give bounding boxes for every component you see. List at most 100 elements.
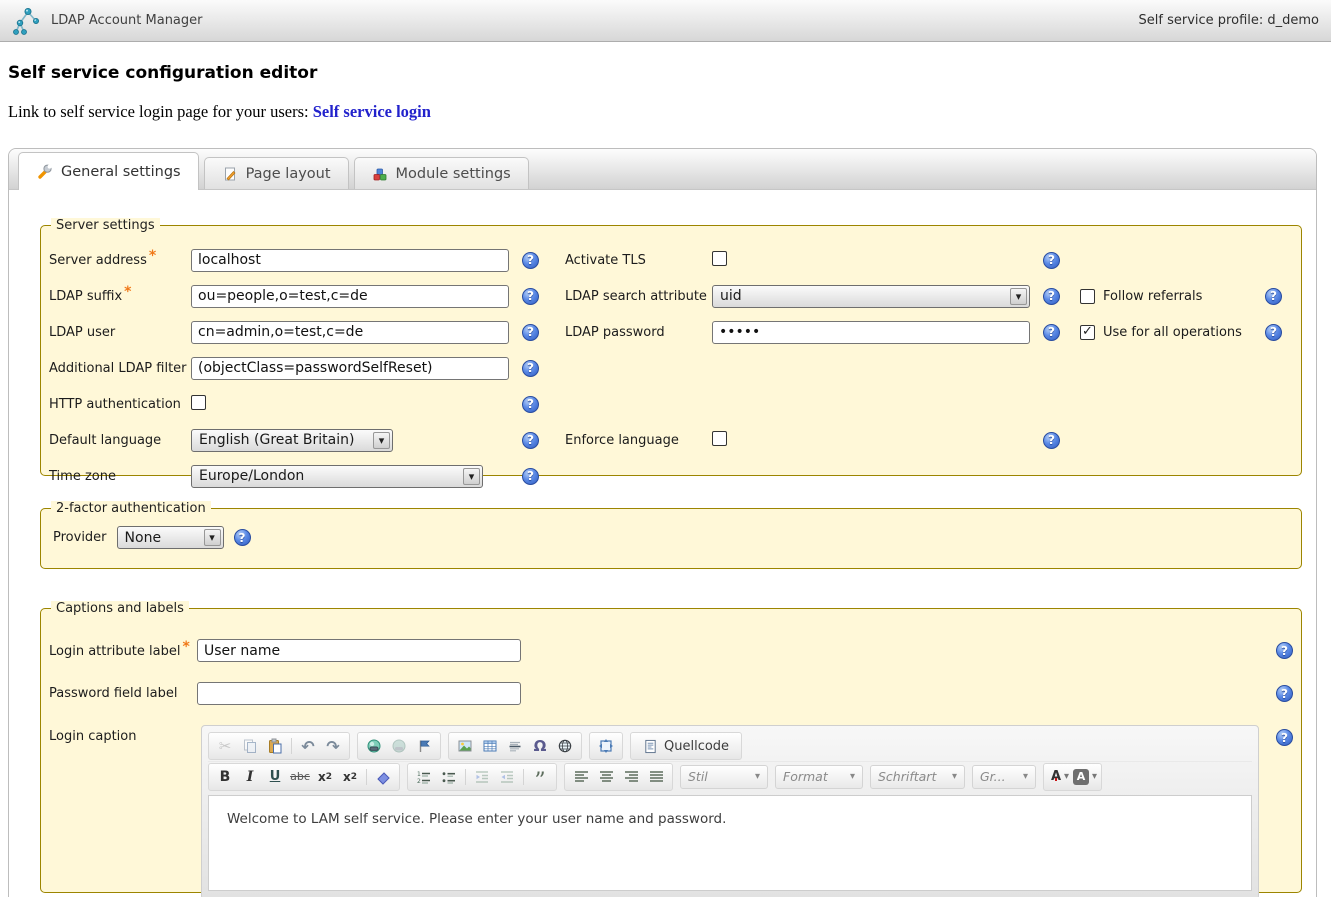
tab-general-settings[interactable]: General settings [18,152,199,190]
help-icon[interactable] [1043,288,1060,305]
ldap-password-input[interactable] [712,321,1030,344]
align-right-button[interactable] [619,766,643,788]
paste-button[interactable] [263,735,287,757]
special-character-button[interactable]: Ω [528,735,552,757]
server-address-input[interactable] [191,249,509,272]
background-color-icon: A [1073,769,1089,785]
source-code-button[interactable]: Quellcode [635,735,737,757]
tab-module-settings[interactable]: Module settings [354,157,529,189]
help-icon[interactable] [1043,324,1060,341]
underline-button[interactable]: U [263,766,287,788]
indent-button[interactable] [495,766,519,788]
italic-button[interactable]: I [238,766,262,788]
help-icon[interactable] [522,432,539,449]
help-icon[interactable] [1043,252,1060,269]
help-icon[interactable] [1265,288,1282,305]
ldap-user-label: LDAP user [49,325,191,340]
font-dropdown[interactable]: Schriftart [870,765,965,789]
maximize-icon [598,738,614,754]
login-attribute-label: Login attribute label* [49,643,197,659]
copy-button[interactable] [238,735,262,757]
help-icon[interactable] [1276,642,1293,659]
two-factor-legend: 2-factor authentication [51,501,211,516]
activate-tls-checkbox[interactable] [712,251,727,266]
app-brand: LDAP Account Manager [12,6,203,36]
cut-button[interactable]: ✂ [213,735,237,757]
redo-button[interactable]: ↷ [321,735,345,757]
help-icon[interactable] [1043,432,1060,449]
align-left-button[interactable] [569,766,593,788]
iframe-button[interactable] [553,735,577,757]
help-icon[interactable] [1276,685,1293,702]
help-icon[interactable] [522,288,539,305]
help-icon[interactable] [522,468,539,485]
superscript-button[interactable]: x2 [338,766,362,788]
provider-select[interactable]: None [117,526,224,549]
password-field-label-input[interactable] [197,682,521,705]
insert-image-button[interactable] [453,735,477,757]
required-marker: * [182,639,189,655]
align-justify-button[interactable] [644,766,668,788]
tab-page-layout[interactable]: Page layout [204,157,349,189]
background-color-button[interactable]: A [1073,766,1097,788]
checkmark-icon: ✓ [1082,324,1093,339]
title-bar: LDAP Account Manager Self service profil… [0,0,1331,42]
dropdown-arrow-icon [1010,288,1027,305]
help-icon[interactable] [522,252,539,269]
styles-dropdown[interactable]: Stil [680,765,768,789]
default-language-select[interactable]: English (Great Britain) [191,429,393,452]
ldap-suffix-input[interactable] [191,285,509,308]
subscript-button[interactable]: x2 [313,766,337,788]
maximize-button[interactable] [594,735,618,757]
editor-content-area[interactable]: Welcome to LAM self service. Please ente… [208,795,1252,891]
ordered-list-button[interactable]: 12 [412,766,436,788]
superscript-icon: x [343,770,351,784]
use-for-all-operations-option: ✓ Use for all operations [1080,325,1252,340]
insert-table-button[interactable] [478,735,502,757]
align-center-button[interactable] [594,766,618,788]
bold-button[interactable]: B [213,766,237,788]
help-icon[interactable] [522,360,539,377]
login-attribute-input[interactable] [197,639,521,662]
server-settings-legend: Server settings [51,218,160,233]
http-authentication-checkbox[interactable] [191,395,206,410]
app-title: LDAP Account Manager [51,13,203,28]
table-icon [482,738,498,754]
insert-link-button[interactable] [362,735,386,757]
help-icon[interactable] [1276,729,1293,746]
use-for-all-operations-label: Use for all operations [1103,325,1242,340]
text-color-button[interactable]: A [1048,766,1072,788]
outdent-button[interactable] [470,766,494,788]
ldap-user-input[interactable] [191,321,509,344]
help-icon[interactable] [522,396,539,413]
undo-button[interactable]: ↶ [296,735,320,757]
ldap-search-attribute-select[interactable]: uid [712,285,1030,308]
follow-referrals-checkbox[interactable] [1080,289,1095,304]
captions-fieldset: Captions and labels Login attribute labe… [40,601,1302,893]
anchor-button[interactable] [412,735,436,757]
help-icon[interactable] [1265,324,1282,341]
strikethrough-button[interactable]: abc [288,766,312,788]
redo-icon: ↷ [326,737,339,756]
remove-format-button[interactable] [371,766,395,788]
ldap-suffix-label: LDAP suffix* [49,288,191,304]
help-icon[interactable] [522,324,539,341]
source-document-icon [643,739,658,754]
remove-link-button[interactable] [387,735,411,757]
bullet-list-button[interactable] [437,766,461,788]
activate-tls-label: Activate TLS [565,253,712,268]
size-dropdown[interactable]: Gr... [972,765,1036,789]
use-for-all-operations-checkbox[interactable]: ✓ [1080,325,1095,340]
time-zone-select[interactable]: Europe/London [191,465,483,488]
self-service-login-link[interactable]: Self service login [313,102,431,121]
horizontal-rule-button[interactable] [503,735,527,757]
additional-ldap-filter-input[interactable] [191,357,509,380]
subscript-icon: x [318,770,326,784]
format-dropdown[interactable]: Format [775,765,863,789]
help-icon[interactable] [234,529,251,546]
enforce-language-checkbox[interactable] [712,431,727,446]
login-caption-editor: ✂ ↶ ↷ [201,725,1259,897]
cut-icon: ✂ [219,737,232,755]
blockquote-button[interactable]: ” [528,766,552,788]
source-button-label: Quellcode [664,739,729,754]
